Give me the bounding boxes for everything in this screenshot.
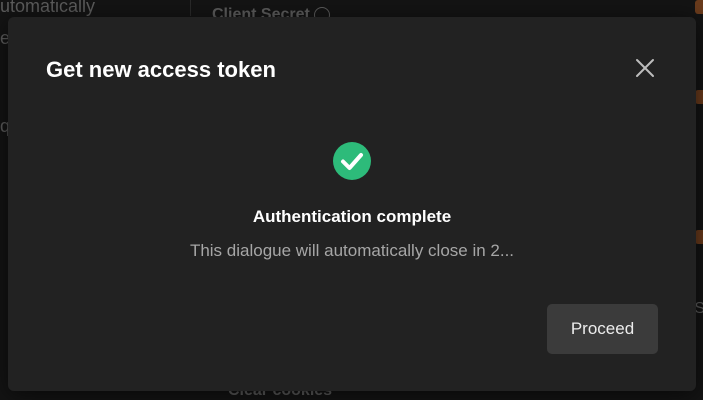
background-left-text: utomatically [0, 0, 96, 16]
status-title: Authentication complete [252, 207, 452, 226]
background-accent-mark [695, 230, 703, 244]
close-icon [636, 59, 654, 77]
check-circle-icon [333, 142, 371, 180]
background-accent-mark [695, 90, 703, 104]
dialog-title: Get new access token [46, 57, 276, 82]
access-token-dialog: Get new access token Authentication comp… [8, 17, 696, 391]
close-button[interactable] [632, 55, 658, 81]
background-divider [190, 0, 191, 16]
proceed-button[interactable]: Proceed [547, 304, 658, 354]
status-message: This dialogue will automatically close i… [189, 241, 515, 260]
background-accent-mark [695, 0, 703, 14]
